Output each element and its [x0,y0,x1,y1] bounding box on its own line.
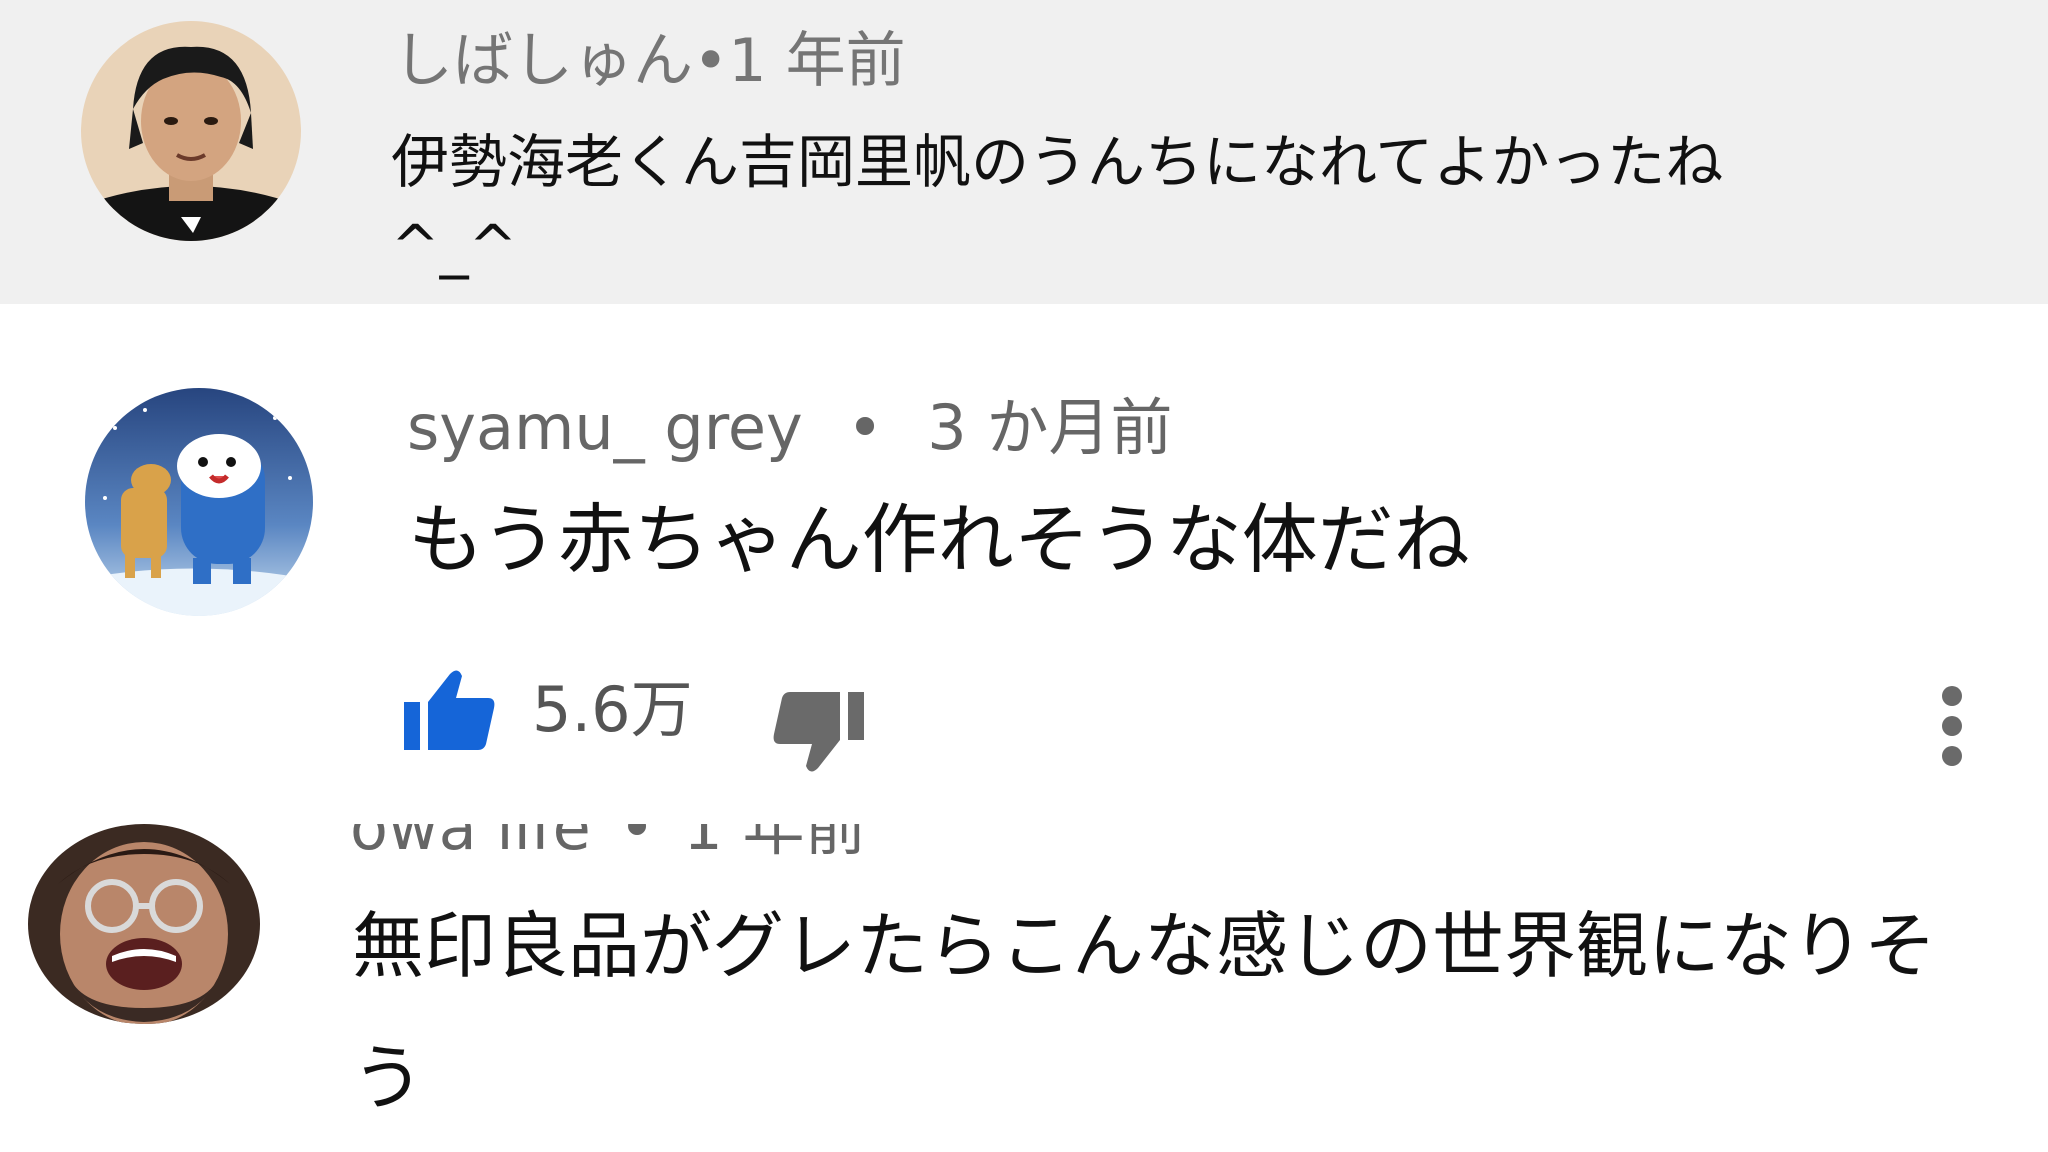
author-name[interactable]: しばしゅん [393,26,693,96]
avatar[interactable] [85,388,313,616]
comment-meta: しばしゅん•1 年前 [393,22,906,100]
avatar-image [81,21,301,241]
comment-meta: owa life • 1 年前 [350,824,1050,864]
comment-time[interactable]: 1 年前 [683,824,866,864]
more-dot [1942,716,1962,736]
more-dot [1942,686,1962,706]
like-button[interactable] [404,668,496,752]
meta-separator: • [618,824,656,864]
comment-highlighted: しばしゅん•1 年前 伊勢海老くん吉岡里帆のうんちになれてよかったね ^_^ [0,0,2048,304]
more-dot [1942,746,1962,766]
avatar-image [28,824,260,1024]
avatar[interactable] [28,824,260,1024]
comment-meta: syamu_ grey • 3 か月前 [407,388,1172,468]
author-name[interactable]: syamu_ grey [407,391,803,464]
thumbs-down-icon [773,692,864,772]
avatar[interactable] [81,21,301,241]
comment-actions: 5.6万 [0,660,2048,780]
meta-separator: • [846,391,884,464]
comment-text: 伊勢海老くん吉岡里帆のうんちになれてよかったね ^_^ [391,128,1724,280]
thumbs-up-icon [404,670,495,750]
like-count: 5.6万 [532,673,693,746]
avatar-image [85,388,313,616]
more-vert-icon[interactable] [1924,680,1980,772]
author-name[interactable]: owa life [350,824,591,864]
comment-text: 無印良品がグレたらこんな感じの世界観になりそう [352,904,1937,1120]
comment-time[interactable]: 1 年前 [728,26,905,96]
comment-time[interactable]: 3 か月前 [927,391,1172,464]
comments-page: しばしゅん•1 年前 伊勢海老くん吉岡里帆のうんちになれてよかったね ^_^ s… [0,0,2048,1152]
meta-separator: • [693,26,729,96]
comment-text: もう赤ちゃん作れそうな体だね [408,495,1470,584]
dislike-button[interactable] [772,690,864,774]
